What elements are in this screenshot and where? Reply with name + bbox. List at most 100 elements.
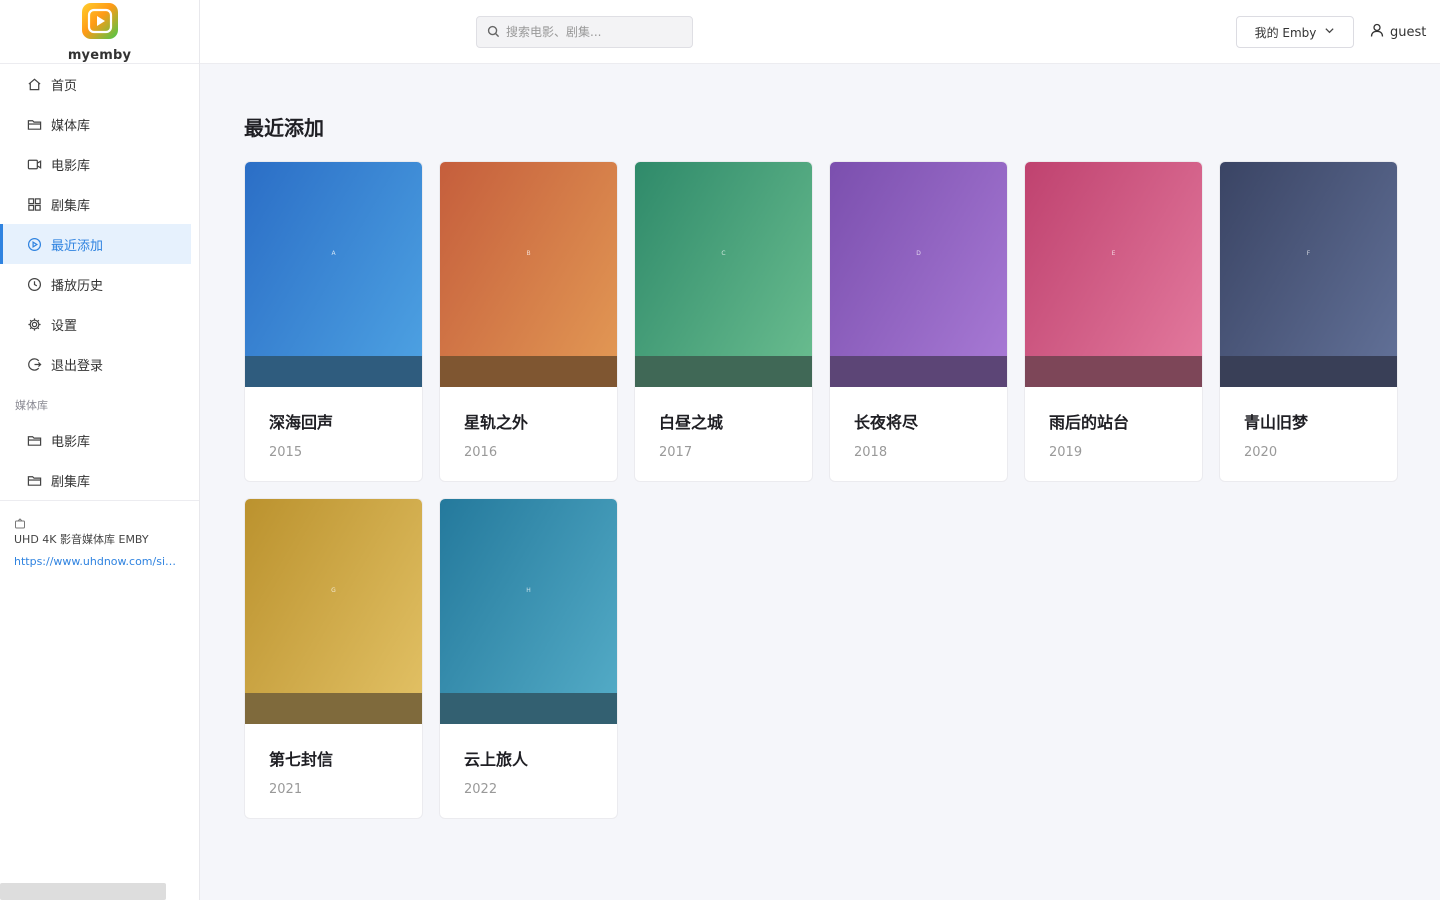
- server-title: UHD 4K 影音媒体库 EMBY: [14, 533, 149, 546]
- media-card[interactable]: C 白昼之城 2017: [634, 161, 813, 482]
- poster-letter: H: [526, 587, 531, 594]
- poster-strip: [1220, 356, 1397, 387]
- poster-image[interactable]: E: [1025, 162, 1202, 387]
- nav-label: 电影库: [51, 158, 91, 174]
- video-icon: [26, 156, 42, 172]
- server-icon: [14, 515, 26, 529]
- gear-icon: [26, 316, 42, 332]
- nav-item-series[interactable]: 剧集库: [0, 184, 191, 224]
- poster-letter: B: [526, 250, 531, 257]
- nav-label: 剧集库: [51, 474, 91, 490]
- nav-label: 首页: [51, 78, 78, 94]
- media-year: 2017: [659, 445, 693, 460]
- media-title[interactable]: 云上旅人: [464, 746, 617, 770]
- poster-strip: [1025, 356, 1202, 387]
- media-title[interactable]: 白昼之城: [659, 409, 812, 433]
- nav-label: 剧集库: [51, 198, 91, 214]
- poster-image[interactable]: D: [830, 162, 1007, 387]
- play-circle-icon: [26, 236, 42, 252]
- chevron-down-icon: [1324, 25, 1335, 39]
- poster-letter: E: [1111, 250, 1116, 257]
- server-select[interactable]: 我的 Emby: [1236, 16, 1354, 48]
- media-title[interactable]: 长夜将尽: [854, 409, 1007, 433]
- app-root: myemby 首页 媒体库 电影库 剧集库 最近添加 播放历史 设置 退出登录 …: [0, 0, 1440, 900]
- search-input[interactable]: [506, 25, 686, 39]
- media-card[interactable]: H 云上旅人 2022: [439, 498, 618, 819]
- home-icon: [26, 76, 42, 92]
- grid-icon: [26, 196, 42, 212]
- nav-item-media-library[interactable]: 媒体库: [0, 104, 191, 144]
- folder-icon: [26, 432, 42, 448]
- media-year: 2018: [854, 445, 888, 460]
- poster-strip: [830, 356, 1007, 387]
- poster-letter: G: [331, 587, 336, 594]
- server-select-label: 我的 Emby: [1254, 25, 1317, 40]
- media-year: 2015: [269, 445, 303, 460]
- sidebar-scrollbar[interactable]: [0, 883, 166, 900]
- main-nav: 首页 媒体库 电影库 剧集库 最近添加 播放历史 设置 退出登录: [0, 64, 199, 384]
- media-card[interactable]: D 长夜将尽 2018: [829, 161, 1008, 482]
- folder-icon: [26, 472, 42, 488]
- brand-name: myemby: [67, 48, 132, 63]
- nav-item-history[interactable]: 播放历史: [0, 264, 191, 304]
- poster-image[interactable]: H: [440, 499, 617, 724]
- nav-item-home[interactable]: 首页: [0, 64, 191, 104]
- media-title[interactable]: 第七封信: [269, 746, 422, 770]
- poster-image[interactable]: C: [635, 162, 812, 387]
- search-box[interactable]: [476, 16, 693, 48]
- poster-image[interactable]: A: [245, 162, 422, 387]
- nav-label: 设置: [51, 318, 78, 334]
- media-card[interactable]: G 第七封信 2021: [244, 498, 423, 819]
- poster-strip: [440, 356, 617, 387]
- search-icon: [487, 23, 500, 42]
- top-header: 我的 Emby guest: [200, 0, 1440, 64]
- sidebar: myemby 首页 媒体库 电影库 剧集库 最近添加 播放历史 设置 退出登录 …: [0, 0, 200, 900]
- user-icon: [1370, 23, 1384, 41]
- brand[interactable]: myemby: [0, 0, 199, 64]
- media-card[interactable]: B 星轨之外 2016: [439, 161, 618, 482]
- nav-item-movies[interactable]: 电影库: [0, 144, 191, 184]
- poster-strip: [245, 693, 422, 724]
- nav-label: 退出登录: [51, 358, 104, 374]
- server-link[interactable]: https://www.uhdnow.com/sig...: [14, 555, 182, 568]
- poster-letter: C: [721, 250, 726, 257]
- media-year: 2020: [1244, 445, 1278, 460]
- poster-strip: [245, 356, 422, 387]
- poster-strip: [440, 693, 617, 724]
- library-item-movies[interactable]: 电影库: [0, 420, 191, 460]
- app-logo-icon: [81, 3, 118, 39]
- logout-icon: [26, 356, 42, 372]
- poster-image[interactable]: B: [440, 162, 617, 387]
- library-section-title: 媒体库: [15, 399, 48, 412]
- poster-strip: [635, 356, 812, 387]
- server-info: UHD 4K 影音媒体库 EMBY https://www.uhdnow.com…: [0, 501, 199, 568]
- page-title: 最近添加: [244, 116, 324, 140]
- history-icon: [26, 276, 42, 292]
- poster-image[interactable]: F: [1220, 162, 1397, 387]
- user-name: guest: [1390, 24, 1427, 40]
- media-title[interactable]: 雨后的站台: [1049, 409, 1202, 433]
- nav-item-logout[interactable]: 退出登录: [0, 344, 191, 384]
- media-title[interactable]: 深海回声: [269, 409, 422, 433]
- media-year: 2019: [1049, 445, 1083, 460]
- media-year: 2021: [269, 782, 303, 797]
- nav-label: 播放历史: [51, 278, 104, 294]
- media-card[interactable]: F 青山旧梦 2020: [1219, 161, 1398, 482]
- media-year: 2022: [464, 782, 498, 797]
- user-menu[interactable]: guest: [1370, 16, 1426, 48]
- poster-letter: F: [1306, 250, 1311, 257]
- main-content: 最近添加 A 深海回声 2015 B 星轨之外 2016 C 白昼之城 2017 D 长夜将尽 201…: [200, 64, 1440, 900]
- nav-item-settings[interactable]: 设置: [0, 304, 191, 344]
- nav-label: 电影库: [51, 434, 91, 450]
- library-item-series[interactable]: 剧集库: [0, 460, 191, 500]
- media-card[interactable]: A 深海回声 2015: [244, 161, 423, 482]
- poster-letter: A: [331, 250, 336, 257]
- nav-item-recently-added[interactable]: 最近添加: [0, 224, 191, 264]
- media-title[interactable]: 星轨之外: [464, 409, 617, 433]
- media-title[interactable]: 青山旧梦: [1244, 409, 1397, 433]
- poster-image[interactable]: G: [245, 499, 422, 724]
- nav-label: 最近添加: [51, 238, 104, 254]
- folder-icon: [26, 116, 42, 132]
- media-card[interactable]: E 雨后的站台 2019: [1024, 161, 1203, 482]
- poster-letter: D: [916, 250, 921, 257]
